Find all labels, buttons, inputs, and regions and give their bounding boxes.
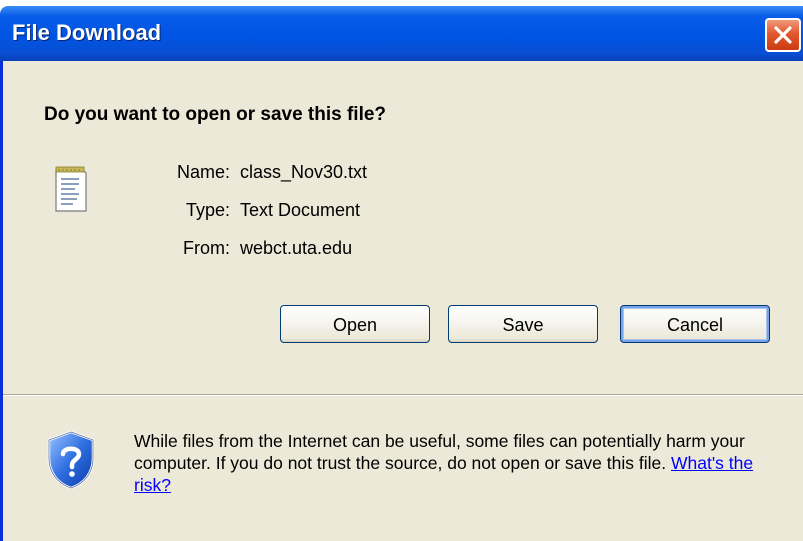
title-bar[interactable]: File Download <box>0 6 803 61</box>
warning-message: While files from the Internet can be use… <box>134 430 794 496</box>
file-name-label: Name: <box>176 162 230 182</box>
cancel-button[interactable]: Cancel <box>620 305 770 343</box>
close-icon <box>774 26 792 44</box>
save-button[interactable]: Save <box>448 305 598 343</box>
file-source-label: From: <box>183 238 230 258</box>
close-button[interactable] <box>765 18 801 52</box>
shield-question-icon <box>45 430 97 495</box>
file-type-label: Type: <box>185 200 230 220</box>
file-source-value: webct.uta.edu <box>240 238 353 258</box>
file-name-value: class_Nov30.txt <box>240 162 368 182</box>
open-button[interactable]: Open <box>280 305 430 343</box>
file-type-value: Text Document <box>240 200 361 220</box>
dialog-question: Do you want to open or save this file? <box>44 104 387 125</box>
window-title: File Download <box>12 20 162 45</box>
warning-text: While files from the Internet can be use… <box>134 431 745 473</box>
text-document-icon <box>53 165 89 218</box>
